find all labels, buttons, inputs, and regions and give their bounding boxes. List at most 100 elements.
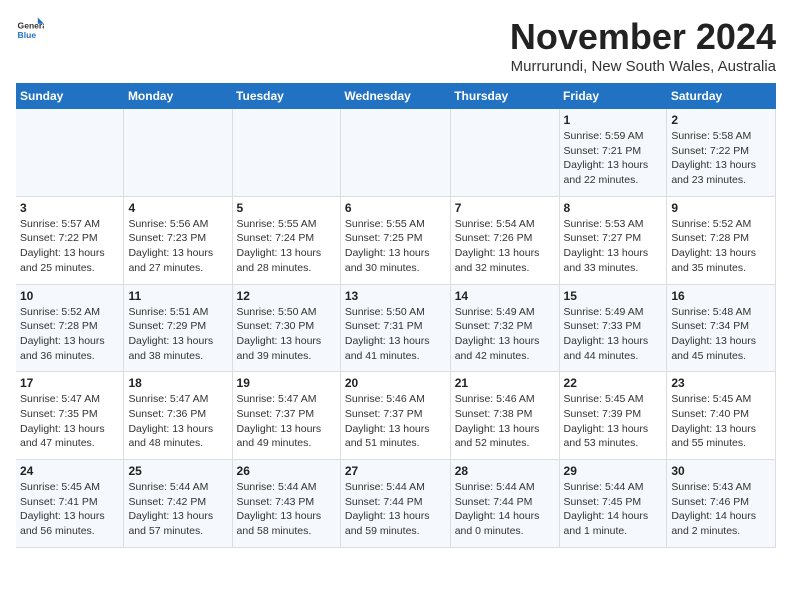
calendar-cell [450, 109, 559, 196]
day-number: 23 [671, 376, 771, 390]
calendar-cell: 25 Sunrise: 5:44 AM Sunset: 7:42 PM Dayli… [124, 460, 232, 548]
day-info: Sunrise: 5:44 AM Sunset: 7:45 PM Dayligh… [564, 480, 663, 539]
day-number: 21 [455, 376, 555, 390]
column-header-tuesday: Tuesday [232, 83, 340, 109]
calendar-cell [232, 109, 340, 196]
calendar-cell: 17Sunrise: 5:47 AM Sunset: 7:35 PM Dayli… [16, 372, 124, 460]
calendar-cell: 16 Sunrise: 5:48 AM Sunset: 7:34 PM Dayli… [667, 284, 776, 372]
calendar-cell: 26 Sunrise: 5:44 AM Sunset: 7:43 PM Dayli… [232, 460, 340, 548]
calendar-week-row: 24Sunrise: 5:45 AM Sunset: 7:41 PM Dayli… [16, 460, 776, 548]
logo-icon: General Blue [16, 16, 44, 44]
calendar-cell: 3Sunrise: 5:57 AM Sunset: 7:22 PM Daylig… [16, 196, 124, 284]
day-info: Sunrise: 5:59 AM Sunset: 7:21 PM Dayligh… [564, 129, 663, 188]
month-year: November 2024 [510, 16, 776, 58]
day-number: 25 [128, 464, 227, 478]
day-number: 15 [564, 289, 663, 303]
day-info: Sunrise: 5:44 AM Sunset: 7:44 PM Dayligh… [345, 480, 446, 539]
calendar-week-row: 1 Sunrise: 5:59 AM Sunset: 7:21 PM Daylig… [16, 109, 776, 196]
calendar-cell: 27 Sunrise: 5:44 AM Sunset: 7:44 PM Dayli… [340, 460, 450, 548]
day-info: Sunrise: 5:55 AM Sunset: 7:24 PM Dayligh… [237, 217, 336, 276]
day-number: 12 [237, 289, 336, 303]
day-number: 13 [345, 289, 446, 303]
day-number: 6 [345, 201, 446, 215]
day-number: 3 [20, 201, 119, 215]
day-info: Sunrise: 5:55 AM Sunset: 7:25 PM Dayligh… [345, 217, 446, 276]
day-info: Sunrise: 5:47 AM Sunset: 7:37 PM Dayligh… [237, 392, 336, 451]
day-number: 27 [345, 464, 446, 478]
day-info: Sunrise: 5:58 AM Sunset: 7:22 PM Dayligh… [671, 129, 771, 188]
day-info: Sunrise: 5:47 AM Sunset: 7:36 PM Dayligh… [128, 392, 227, 451]
day-number: 18 [128, 376, 227, 390]
day-number: 30 [671, 464, 771, 478]
calendar-cell: 19Sunrise: 5:47 AM Sunset: 7:37 PM Dayli… [232, 372, 340, 460]
day-info: Sunrise: 5:45 AM Sunset: 7:40 PM Dayligh… [671, 392, 771, 451]
day-info: Sunrise: 5:50 AM Sunset: 7:31 PM Dayligh… [345, 305, 446, 364]
day-number: 11 [128, 289, 227, 303]
day-number: 4 [128, 201, 227, 215]
day-info: Sunrise: 5:51 AM Sunset: 7:29 PM Dayligh… [128, 305, 227, 364]
title-area: November 2024 Murrurundi, New South Wale… [510, 16, 776, 75]
day-number: 24 [20, 464, 119, 478]
calendar-cell: 7 Sunrise: 5:54 AM Sunset: 7:26 PM Daylig… [450, 196, 559, 284]
day-number: 29 [564, 464, 663, 478]
calendar-cell: 21 Sunrise: 5:46 AM Sunset: 7:38 PM Dayli… [450, 372, 559, 460]
calendar-cell [124, 109, 232, 196]
calendar-cell: 28 Sunrise: 5:44 AM Sunset: 7:44 PM Dayli… [450, 460, 559, 548]
calendar-week-row: 3Sunrise: 5:57 AM Sunset: 7:22 PM Daylig… [16, 196, 776, 284]
day-info: Sunrise: 5:46 AM Sunset: 7:38 PM Dayligh… [455, 392, 555, 451]
calendar-cell: 6 Sunrise: 5:55 AM Sunset: 7:25 PM Daylig… [340, 196, 450, 284]
day-info: Sunrise: 5:46 AM Sunset: 7:37 PM Dayligh… [345, 392, 446, 451]
day-number: 5 [237, 201, 336, 215]
location: Murrurundi, New South Wales, Australia [510, 58, 776, 75]
day-info: Sunrise: 5:44 AM Sunset: 7:43 PM Dayligh… [237, 480, 336, 539]
calendar-cell: 1 Sunrise: 5:59 AM Sunset: 7:21 PM Daylig… [559, 109, 667, 196]
day-info: Sunrise: 5:49 AM Sunset: 7:32 PM Dayligh… [455, 305, 555, 364]
calendar-header-row: SundayMondayTuesdayWednesdayThursdayFrid… [16, 83, 776, 109]
day-info: Sunrise: 5:52 AM Sunset: 7:28 PM Dayligh… [671, 217, 771, 276]
calendar-cell: 10Sunrise: 5:52 AM Sunset: 7:28 PM Dayli… [16, 284, 124, 372]
logo: General Blue [16, 16, 44, 44]
svg-text:Blue: Blue [18, 30, 37, 40]
day-number: 10 [20, 289, 119, 303]
column-header-saturday: Saturday [667, 83, 776, 109]
day-number: 16 [671, 289, 771, 303]
day-info: Sunrise: 5:54 AM Sunset: 7:26 PM Dayligh… [455, 217, 555, 276]
day-info: Sunrise: 5:47 AM Sunset: 7:35 PM Dayligh… [20, 392, 119, 451]
day-number: 8 [564, 201, 663, 215]
calendar-week-row: 10Sunrise: 5:52 AM Sunset: 7:28 PM Dayli… [16, 284, 776, 372]
column-header-monday: Monday [124, 83, 232, 109]
calendar-cell: 22Sunrise: 5:45 AM Sunset: 7:39 PM Dayli… [559, 372, 667, 460]
day-info: Sunrise: 5:43 AM Sunset: 7:46 PM Dayligh… [671, 480, 771, 539]
calendar-table: SundayMondayTuesdayWednesdayThursdayFrid… [16, 83, 776, 548]
day-number: 9 [671, 201, 771, 215]
column-header-wednesday: Wednesday [340, 83, 450, 109]
calendar-cell: 30 Sunrise: 5:43 AM Sunset: 7:46 PM Dayli… [667, 460, 776, 548]
calendar-cell: 20Sunrise: 5:46 AM Sunset: 7:37 PM Dayli… [340, 372, 450, 460]
day-info: Sunrise: 5:49 AM Sunset: 7:33 PM Dayligh… [564, 305, 663, 364]
column-header-sunday: Sunday [16, 83, 124, 109]
day-info: Sunrise: 5:45 AM Sunset: 7:39 PM Dayligh… [564, 392, 663, 451]
day-number: 28 [455, 464, 555, 478]
calendar-cell: 8 Sunrise: 5:53 AM Sunset: 7:27 PM Daylig… [559, 196, 667, 284]
calendar-cell: 15 Sunrise: 5:49 AM Sunset: 7:33 PM Dayli… [559, 284, 667, 372]
day-info: Sunrise: 5:44 AM Sunset: 7:42 PM Dayligh… [128, 480, 227, 539]
calendar-cell: 11 Sunrise: 5:51 AM Sunset: 7:29 PM Dayli… [124, 284, 232, 372]
calendar-cell [16, 109, 124, 196]
day-number: 26 [237, 464, 336, 478]
day-info: Sunrise: 5:56 AM Sunset: 7:23 PM Dayligh… [128, 217, 227, 276]
day-info: Sunrise: 5:44 AM Sunset: 7:44 PM Dayligh… [455, 480, 555, 539]
calendar-cell: 12 Sunrise: 5:50 AM Sunset: 7:30 PM Dayli… [232, 284, 340, 372]
calendar-week-row: 17Sunrise: 5:47 AM Sunset: 7:35 PM Dayli… [16, 372, 776, 460]
day-number: 14 [455, 289, 555, 303]
calendar-cell: 5 Sunrise: 5:55 AM Sunset: 7:24 PM Daylig… [232, 196, 340, 284]
calendar-cell: 24Sunrise: 5:45 AM Sunset: 7:41 PM Dayli… [16, 460, 124, 548]
day-info: Sunrise: 5:48 AM Sunset: 7:34 PM Dayligh… [671, 305, 771, 364]
day-info: Sunrise: 5:50 AM Sunset: 7:30 PM Dayligh… [237, 305, 336, 364]
day-info: Sunrise: 5:53 AM Sunset: 7:27 PM Dayligh… [564, 217, 663, 276]
calendar-cell: 2Sunrise: 5:58 AM Sunset: 7:22 PM Daylig… [667, 109, 776, 196]
header: General Blue November 2024 Murrurundi, N… [16, 16, 776, 75]
calendar-cell: 9 Sunrise: 5:52 AM Sunset: 7:28 PM Daylig… [667, 196, 776, 284]
day-number: 1 [564, 113, 663, 127]
day-number: 7 [455, 201, 555, 215]
calendar-cell: 14 Sunrise: 5:49 AM Sunset: 7:32 PM Dayli… [450, 284, 559, 372]
